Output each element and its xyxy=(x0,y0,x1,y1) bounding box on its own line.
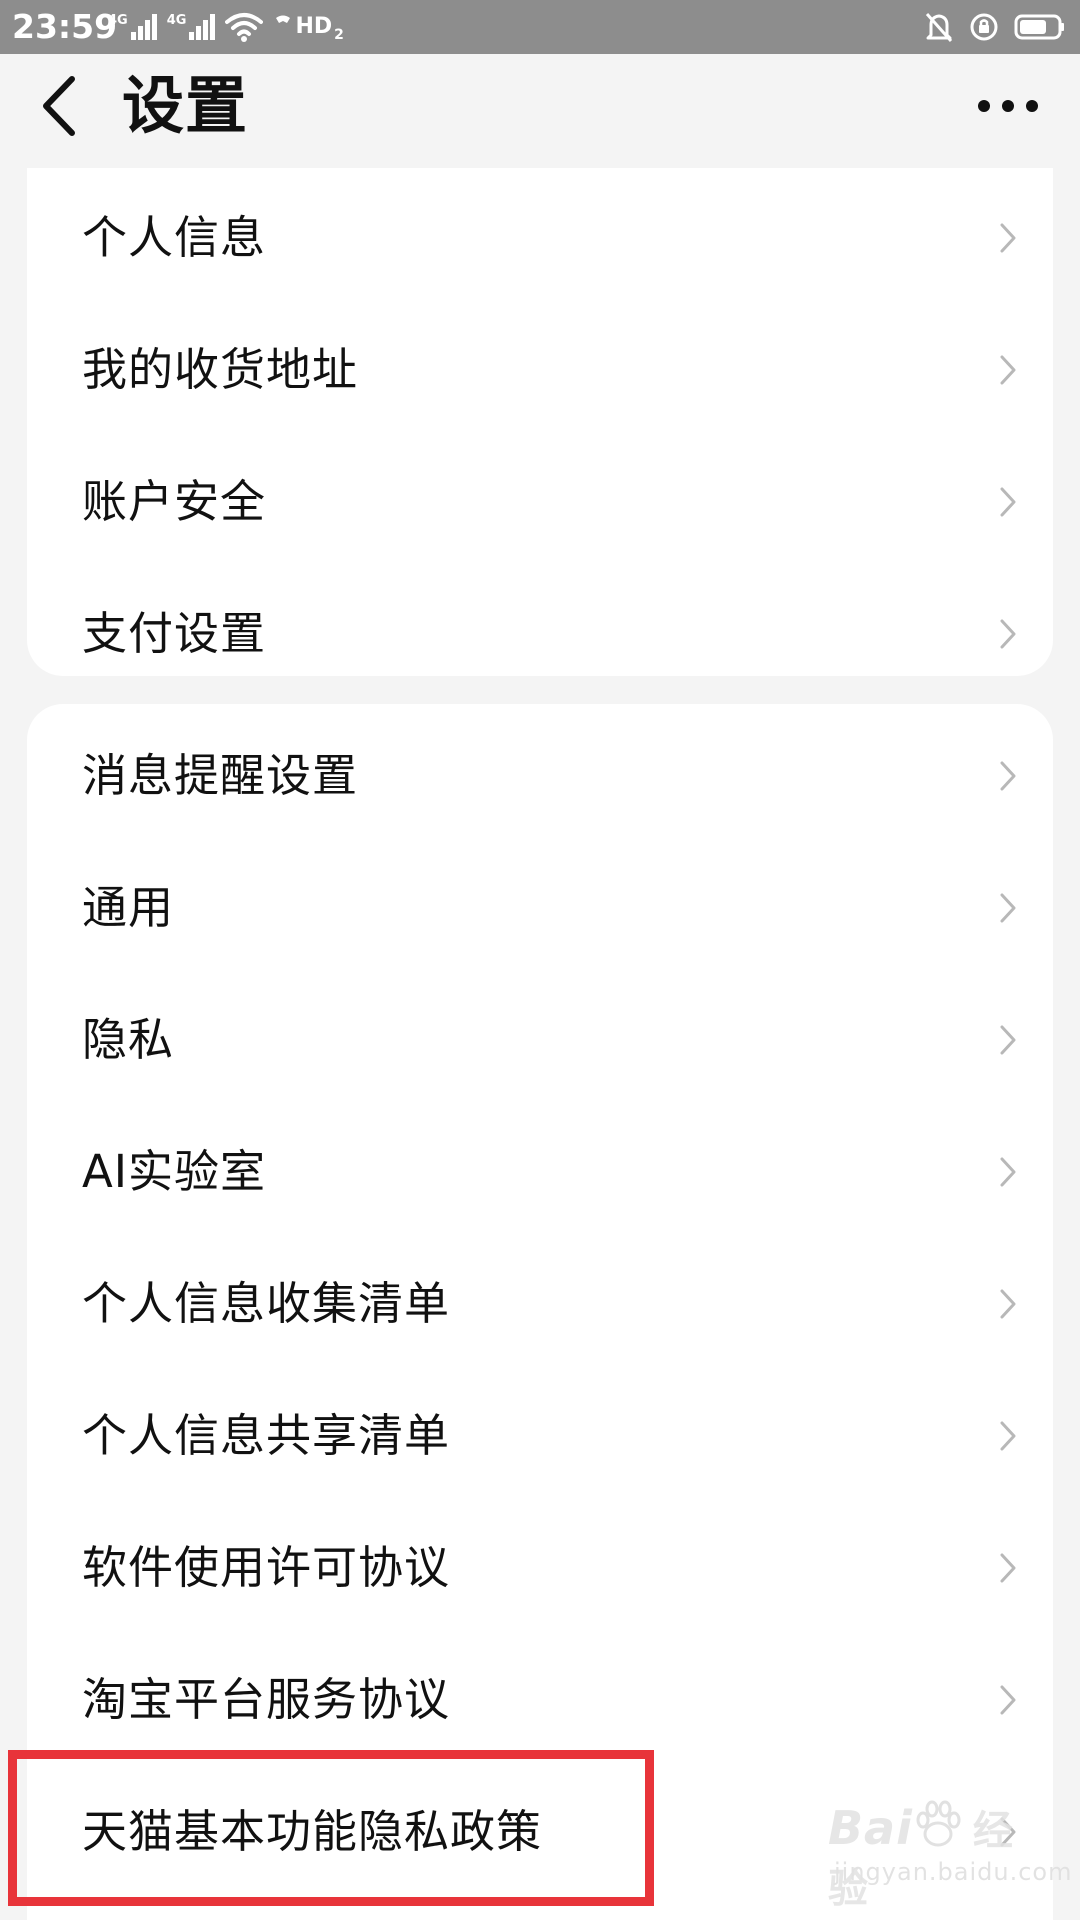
more-dots-icon xyxy=(978,100,990,112)
settings-group-general: 消息提醒设置 通用 隐私 AI实验室 个人信息收集清单 个人信息共享清单 软件使… xyxy=(27,704,1053,1920)
signal-icon: 4G xyxy=(167,14,216,40)
settings-item-general[interactable]: 通用 xyxy=(27,842,1053,974)
settings-item-label: AI实验室 xyxy=(82,1145,267,1198)
top-nav-bar: 设置 xyxy=(0,54,1080,170)
signal-icon: 4G xyxy=(108,14,157,40)
chevron-left-icon xyxy=(43,76,75,136)
baidu-jingyan-watermark: Bai 经验 jingyan.baidu.com xyxy=(822,1798,1071,1912)
settings-item-label: 淘宝平台服务协议 xyxy=(82,1673,451,1726)
settings-item-label: 个人信息共享清单 xyxy=(82,1409,451,1462)
chevron-right-icon xyxy=(1000,1421,1016,1451)
chevron-right-icon xyxy=(1000,761,1016,791)
chevron-right-icon xyxy=(1000,355,1016,385)
settings-item-payment-settings[interactable]: 支付设置 xyxy=(27,568,1053,676)
more-dots-icon xyxy=(1026,100,1038,112)
status-bar: 23:59 4G 4G HD 2 xyxy=(0,0,1080,54)
settings-page: 23:59 4G 4G HD 2 设置 个人信息 我的收货地址 账户安全 支付设… xyxy=(0,0,1080,1920)
wifi-icon xyxy=(225,13,264,42)
settings-item-label: 支付设置 xyxy=(82,607,267,660)
settings-item-label: 隐私 xyxy=(82,1013,175,1066)
watermark-url: jingyan.baidu.com xyxy=(834,1858,1073,1886)
chevron-right-icon xyxy=(1000,893,1016,923)
status-left-icons: 4G 4G HD 2 xyxy=(108,8,344,46)
chevron-right-icon xyxy=(1000,1025,1016,1055)
chevron-right-icon xyxy=(1000,223,1016,253)
chevron-right-icon xyxy=(1000,1685,1016,1715)
settings-item-info-sharing-list[interactable]: 个人信息共享清单 xyxy=(27,1370,1053,1502)
back-button[interactable] xyxy=(38,64,98,148)
more-dots-icon xyxy=(1002,100,1014,112)
settings-item-label: 消息提醒设置 xyxy=(82,749,359,802)
rotation-lock-icon xyxy=(970,13,998,41)
settings-item-privacy[interactable]: 隐私 xyxy=(27,974,1053,1106)
settings-item-label: 账户安全 xyxy=(82,475,267,528)
more-button[interactable] xyxy=(978,84,1038,128)
battery-icon xyxy=(1014,14,1064,40)
settings-item-shipping-address[interactable]: 我的收货地址 xyxy=(27,304,1053,436)
settings-item-personal-info[interactable]: 个人信息 xyxy=(27,172,1053,304)
settings-item-account-security[interactable]: 账户安全 xyxy=(27,436,1053,568)
settings-item-ai-lab[interactable]: AI实验室 xyxy=(27,1106,1053,1238)
silent-bell-icon xyxy=(925,13,953,42)
settings-item-label: 通用 xyxy=(82,881,175,934)
network-label: 4G xyxy=(108,13,128,28)
status-right-icons xyxy=(924,8,1066,46)
network-label: 4G xyxy=(166,13,187,28)
chevron-right-icon xyxy=(1000,1289,1016,1319)
settings-item-label: 我的收货地址 xyxy=(82,343,359,396)
paw-icon xyxy=(916,1800,961,1847)
settings-item-taobao-service-agreement[interactable]: 淘宝平台服务协议 xyxy=(27,1634,1053,1766)
hd-sub: 2 xyxy=(334,27,344,43)
chevron-right-icon xyxy=(1000,1157,1016,1187)
settings-item-software-license[interactable]: 软件使用许可协议 xyxy=(27,1502,1053,1634)
chevron-right-icon xyxy=(1000,487,1016,517)
hd-call-icon: HD 2 xyxy=(273,12,344,43)
watermark-brand-left: Bai xyxy=(828,1801,913,1855)
settings-item-notifications[interactable]: 消息提醒设置 xyxy=(27,710,1053,842)
settings-item-label: 个人信息 xyxy=(82,211,267,264)
page-title: 设置 xyxy=(122,69,249,142)
settings-item-label: 软件使用许可协议 xyxy=(82,1541,451,1594)
settings-item-label: 个人信息收集清单 xyxy=(82,1277,451,1330)
chevron-right-icon xyxy=(1000,1553,1016,1583)
chevron-right-icon xyxy=(1000,619,1016,649)
hd-label: HD xyxy=(295,14,333,39)
settings-item-info-collection-list[interactable]: 个人信息收集清单 xyxy=(27,1238,1053,1370)
highlight-box xyxy=(8,1750,654,1906)
settings-group-account: 个人信息 我的收货地址 账户安全 支付设置 xyxy=(27,168,1053,676)
status-time: 23:59 xyxy=(12,7,118,46)
